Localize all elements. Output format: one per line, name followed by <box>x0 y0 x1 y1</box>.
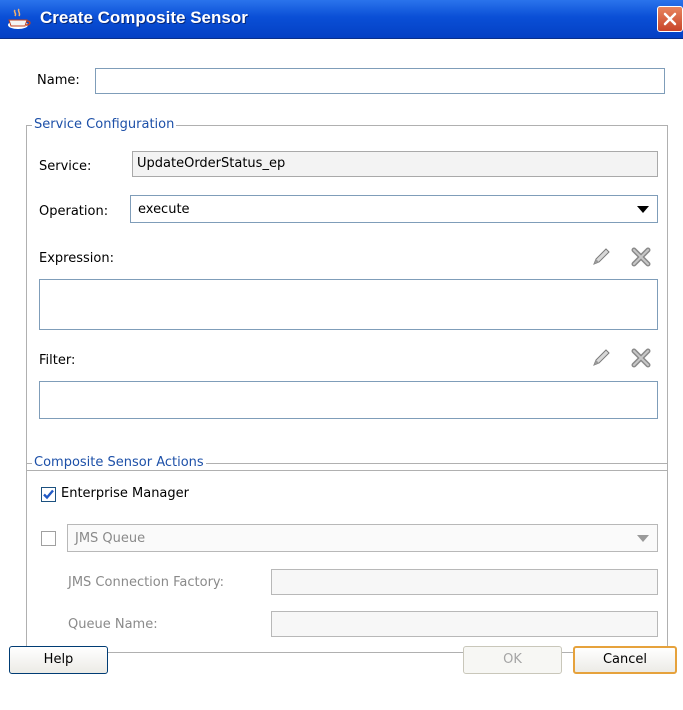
name-label: Name: <box>37 73 80 88</box>
delete-expression-icon[interactable] <box>630 246 652 268</box>
delete-filter-icon[interactable] <box>630 347 652 369</box>
edit-expression-icon[interactable] <box>590 246 612 268</box>
close-icon <box>663 12 677 26</box>
expression-label: Expression: <box>39 251 114 266</box>
jms-type-select[interactable]: JMS Queue <box>67 524 658 552</box>
dialog-body: Name: Service Configuration Service: Upd… <box>0 39 683 710</box>
edit-filter-icon[interactable] <box>590 347 612 369</box>
close-button[interactable] <box>657 6 683 32</box>
composite-sensor-actions-title: Composite Sensor Actions <box>32 455 206 470</box>
ok-button[interactable]: OK <box>463 646 562 674</box>
enterprise-manager-label: Enterprise Manager <box>61 486 189 501</box>
coffee-cup-icon <box>6 8 32 30</box>
title-bar[interactable]: Create Composite Sensor <box>0 0 683 39</box>
service-label: Service: <box>39 159 92 174</box>
filter-field[interactable] <box>39 381 658 419</box>
help-button[interactable]: Help <box>9 646 108 674</box>
service-field: UpdateOrderStatus_ep <box>132 151 658 177</box>
jms-connection-factory-field[interactable] <box>271 569 658 595</box>
filter-label: Filter: <box>39 353 76 368</box>
cancel-button[interactable]: Cancel <box>573 646 677 674</box>
service-configuration-title: Service Configuration <box>32 117 177 132</box>
queue-name-field[interactable] <box>271 611 658 637</box>
operation-select[interactable]: execute <box>130 195 658 223</box>
chevron-down-icon <box>637 206 649 213</box>
jms-checkbox[interactable] <box>41 531 56 546</box>
name-field[interactable] <box>95 68 665 94</box>
chevron-down-icon <box>637 535 649 542</box>
queue-name-label: Queue Name: <box>68 617 158 632</box>
enterprise-manager-checkbox[interactable] <box>41 487 56 502</box>
jms-connection-factory-label: JMS Connection Factory: <box>68 575 225 590</box>
operation-label: Operation: <box>39 204 109 219</box>
checkmark-icon <box>43 489 54 500</box>
window-title: Create Composite Sensor <box>40 8 248 27</box>
expression-field[interactable] <box>39 279 658 330</box>
